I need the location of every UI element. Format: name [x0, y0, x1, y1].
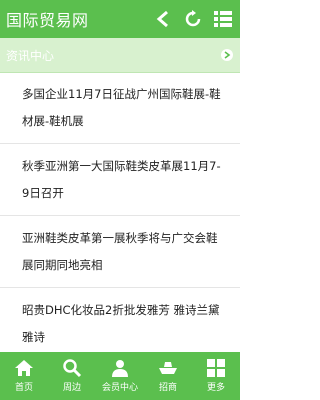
- user-icon: [112, 360, 128, 377]
- refresh-button[interactable]: [180, 6, 206, 32]
- nav-investment[interactable]: 招商: [144, 352, 192, 400]
- chevron-right-glyph: [224, 51, 231, 59]
- top-header: 国际贸易网: [0, 0, 240, 38]
- nav-home[interactable]: 首页: [0, 352, 48, 400]
- news-item[interactable]: 亚洲鞋类皮革第一展秋季将与广交会鞋展同期同地亮相: [0, 216, 240, 288]
- nav-nearby[interactable]: 周边: [48, 352, 96, 400]
- menu-button[interactable]: [210, 6, 236, 32]
- ship-icon: [159, 362, 177, 374]
- search-icon: [63, 359, 82, 378]
- nav-label: 首页: [14, 383, 33, 393]
- news-item[interactable]: 多国企业11月7日征战广州国际鞋展-鞋材展-鞋机展: [0, 72, 240, 144]
- chevron-right-icon[interactable]: [221, 49, 233, 61]
- back-button[interactable]: [150, 6, 176, 32]
- news-item[interactable]: 昭贵DHC化妆品2折批发雅芳 雅诗兰黛 雅诗: [0, 288, 240, 352]
- nav-label: 招商: [158, 383, 177, 393]
- grid-icon: [207, 359, 225, 377]
- nav-more[interactable]: 更多: [192, 352, 240, 400]
- back-icon: [156, 10, 168, 28]
- news-section-bar[interactable]: 资讯中心: [0, 38, 240, 73]
- section-title: 资讯中心: [6, 48, 55, 63]
- refresh-icon: [185, 10, 201, 27]
- nav-label: 周边: [62, 383, 81, 393]
- news-list: 多国企业11月7日征战广州国际鞋展-鞋材展-鞋机展 秋季亚洲第一大国际鞋类皮革展…: [0, 72, 240, 352]
- app-title: 国际贸易网: [6, 11, 89, 30]
- nav-label: 会员中心: [101, 383, 138, 393]
- nav-label: 更多: [206, 383, 225, 393]
- home-icon: [15, 360, 33, 376]
- news-item[interactable]: 秋季亚洲第一大国际鞋类皮革展11月7-9日召开: [0, 144, 240, 216]
- nav-member-center[interactable]: 会员中心: [96, 352, 144, 400]
- grid-menu-icon: [214, 11, 232, 27]
- bottom-nav: 首页 周边 会员中心 招商 更多: [0, 352, 240, 400]
